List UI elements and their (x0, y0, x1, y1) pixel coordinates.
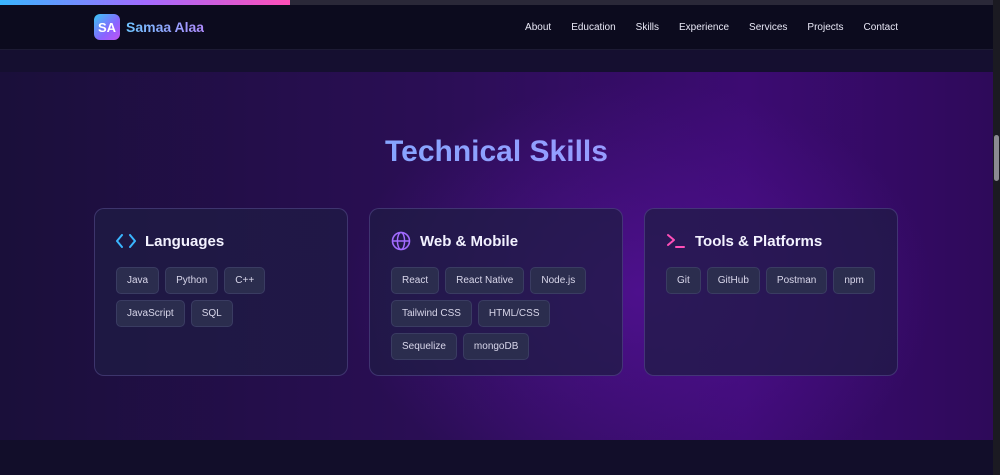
skill-tag: Git (666, 267, 701, 294)
skill-tag: HTML/CSS (477, 300, 551, 327)
terminal-icon (666, 231, 686, 251)
scrollbar-thumb[interactable] (994, 135, 999, 181)
brand[interactable]: SA Samaa Alaa (94, 14, 204, 40)
skill-card-languages: Languages Java Python C++ JavaScript SQL (94, 208, 348, 376)
skill-tag: React Native (445, 267, 525, 294)
tag-list: Java Python C++ JavaScript SQL (116, 267, 331, 327)
skill-tag: Sequelize (391, 333, 457, 360)
brand-logo: SA (94, 14, 120, 40)
section-title: Technical Skills (0, 135, 993, 169)
skill-tag: Java (116, 267, 160, 294)
section-divider (0, 50, 993, 72)
nav-link-services[interactable]: Services (749, 22, 787, 33)
skill-tag: mongoDB (462, 333, 530, 360)
card-header: Web & Mobile (391, 231, 518, 251)
skill-tag: Tailwind CSS (391, 300, 472, 327)
skill-tag: Python (165, 267, 219, 294)
page-scrollbar[interactable] (993, 0, 1000, 475)
card-header: Tools & Platforms (666, 231, 822, 251)
skill-tag: JavaScript (116, 300, 185, 327)
nav-link-experience[interactable]: Experience (679, 22, 729, 33)
skill-tag: SQL (190, 300, 233, 327)
next-section (0, 440, 993, 475)
nav-link-skills[interactable]: Skills (636, 22, 659, 33)
tag-list: Git GitHub Postman npm (666, 267, 881, 294)
nav-link-projects[interactable]: Projects (807, 22, 843, 33)
skill-tag: Postman (765, 267, 828, 294)
nav-link-education[interactable]: Education (571, 22, 615, 33)
skill-tag: GitHub (706, 267, 760, 294)
skills-section: Technical Skills Languages Java Python C… (0, 72, 993, 440)
nav-link-about[interactable]: About (525, 22, 551, 33)
navbar: SA Samaa Alaa About Education Skills Exp… (0, 5, 993, 50)
nav-link-contact[interactable]: Contact (864, 22, 898, 33)
brand-name: Samaa Alaa (126, 19, 205, 35)
tag-list: React React Native Node.js Tailwind CSS … (391, 267, 606, 360)
skill-card-tools-platforms: Tools & Platforms Git GitHub Postman npm (644, 208, 898, 376)
card-header: Languages (116, 231, 224, 251)
code-icon (116, 231, 136, 251)
card-title: Web & Mobile (420, 232, 519, 250)
card-title: Languages (145, 232, 225, 250)
globe-icon (391, 231, 411, 251)
skill-tag: npm (833, 267, 875, 294)
skill-tag: Node.js (530, 267, 587, 294)
card-title: Tools & Platforms (695, 232, 823, 250)
skill-tag: React (391, 267, 440, 294)
skill-tag: C++ (224, 267, 266, 294)
nav-links: About Education Skills Experience Servic… (525, 5, 898, 50)
skill-card-web-mobile: Web & Mobile React React Native Node.js … (369, 208, 623, 376)
